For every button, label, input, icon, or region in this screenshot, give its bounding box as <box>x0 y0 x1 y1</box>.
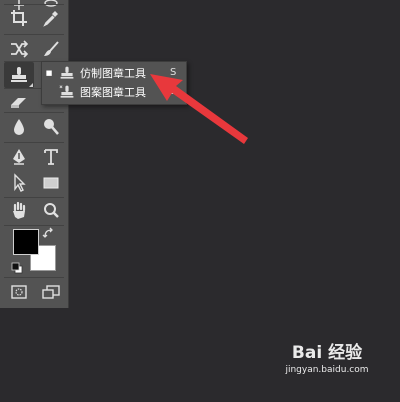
path-selection-icon <box>14 173 26 192</box>
healing-brush-icon <box>11 40 29 58</box>
rectangle-tool[interactable] <box>36 170 66 196</box>
eyedropper-icon <box>43 11 58 27</box>
swap-colors-icon[interactable] <box>42 226 56 240</box>
watermark-url: jingyan.baidu.com <box>285 365 369 375</box>
pen-tool[interactable] <box>4 144 34 170</box>
dodge-tool[interactable] <box>36 114 66 140</box>
crop-icon <box>11 10 27 26</box>
brush-tool[interactable] <box>36 36 66 62</box>
blur-icon <box>14 119 24 135</box>
zoom-icon <box>44 203 59 218</box>
pattern-stamp-icon <box>56 84 78 100</box>
screen-mode-icon <box>42 285 60 299</box>
clone-stamp-tool[interactable] <box>4 62 34 88</box>
healing-brush-tool[interactable] <box>4 36 34 62</box>
pen-icon <box>13 149 25 165</box>
quick-mask-icon <box>11 285 27 299</box>
eraser-icon <box>11 98 26 108</box>
menu-item-label: 仿制图章工具 <box>80 66 146 80</box>
brush-icon <box>44 41 59 56</box>
menu-item-shortcut: S <box>170 67 177 78</box>
type-icon <box>44 149 58 165</box>
stamp-tool-flyout-menu: ■ 仿制图章工具 S 图案图章工具 S <box>41 61 187 105</box>
tools-panel <box>0 0 69 308</box>
zoom-tool[interactable] <box>36 198 66 224</box>
crop-tool[interactable] <box>4 5 34 31</box>
quick-mask-tool[interactable] <box>4 279 34 305</box>
selected-bullet-icon: ■ <box>45 68 53 77</box>
foreground-color-swatch[interactable] <box>13 229 39 255</box>
baidu-jingyan-watermark: Bai 经验 jingyan.baidu.com <box>272 338 382 394</box>
menu-item-pattern-stamp[interactable]: 图案图章工具 S <box>42 82 186 101</box>
blur-tool[interactable] <box>4 114 34 140</box>
default-colors-icon[interactable] <box>11 259 23 274</box>
screen-mode-tool[interactable] <box>36 279 66 305</box>
hand-tool[interactable] <box>4 198 34 224</box>
eyedropper-tool[interactable] <box>36 5 66 31</box>
clone-stamp-icon <box>11 67 27 82</box>
dodge-icon <box>44 119 59 135</box>
type-tool[interactable] <box>36 144 66 170</box>
menu-item-clone-stamp[interactable]: ■ 仿制图章工具 S <box>42 63 186 82</box>
path-selection-tool[interactable] <box>4 170 34 196</box>
clone-stamp-icon <box>56 65 78 81</box>
submenu-indicator-icon <box>29 83 33 87</box>
menu-item-shortcut: S <box>170 86 177 97</box>
rectangle-icon <box>43 177 59 189</box>
menu-item-label: 图案图章工具 <box>80 85 146 99</box>
watermark-logo: Bai 经验 <box>291 343 363 363</box>
hand-icon <box>13 201 26 219</box>
